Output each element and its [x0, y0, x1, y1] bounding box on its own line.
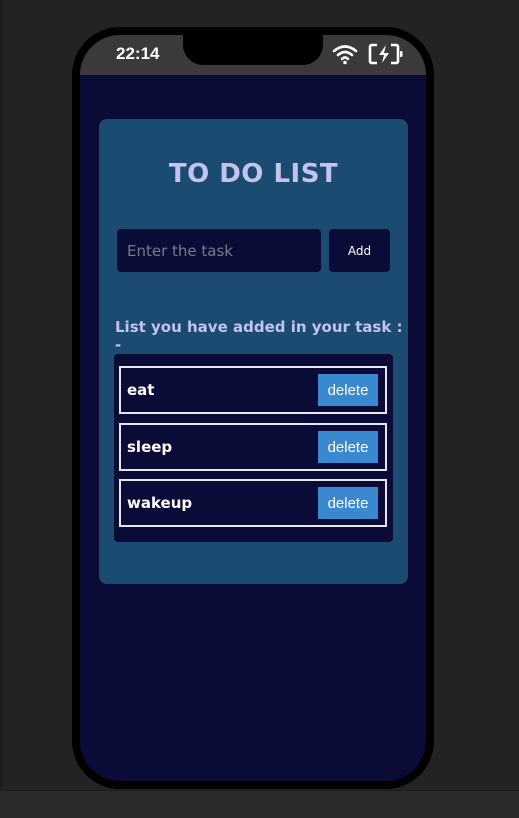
delete-button[interactable]: delete: [318, 487, 378, 519]
delete-button[interactable]: delete: [318, 431, 378, 463]
task-label: eat: [127, 381, 155, 399]
task-label: wakeup: [127, 494, 193, 512]
page-title: TO DO LIST: [168, 159, 339, 189]
list-item: wakeup delete: [119, 479, 387, 527]
add-button[interactable]: Add: [329, 229, 390, 272]
phone-frame: 22:14 TO DO LIST Enter the task Add List…: [72, 27, 434, 789]
todo-card: TO DO LIST Add List you have added in yo…: [99, 119, 408, 584]
list-item: sleep delete: [119, 423, 387, 471]
list-heading: List you have added in your task : -: [115, 318, 403, 354]
delete-button[interactable]: delete: [318, 374, 378, 406]
task-list: eat delete sleep delete wakeup delete: [114, 354, 393, 542]
battery-charging-icon: [368, 43, 404, 69]
wifi-icon: [332, 43, 358, 69]
status-time: 22:14: [116, 44, 160, 63]
status-bar: 22:14: [80, 35, 426, 75]
page-edge: [0, 0, 3, 818]
task-label: sleep: [127, 438, 173, 456]
phone-screen: 22:14 TO DO LIST Enter the task Add List…: [80, 35, 426, 781]
list-item: eat delete: [119, 366, 387, 414]
bottom-bar: [0, 790, 519, 818]
notch: [183, 35, 323, 65]
task-input[interactable]: [117, 229, 321, 272]
stage: 22:14 TO DO LIST Enter the task Add List…: [0, 0, 519, 818]
